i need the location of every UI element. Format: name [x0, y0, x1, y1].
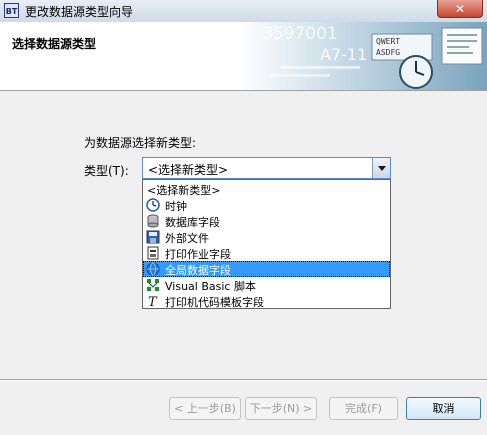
type-label: 类型(T): [84, 164, 129, 178]
svg-text:T: T [148, 295, 158, 308]
keyboard-graphic: QWERT ASDFG [371, 33, 433, 61]
print-job-icon [147, 246, 159, 260]
globe-icon [146, 262, 160, 276]
option-label: 数据库字段 [165, 216, 220, 229]
font-template-icon: T [148, 295, 158, 308]
option-label: 时钟 [165, 200, 187, 213]
combo-value: <选择新类型> [148, 163, 229, 177]
app-icon: BT [4, 3, 19, 18]
option-printer-code-template-field[interactable]: T 打印机代码模板字段 [143, 293, 390, 309]
floppy-disk-icon [146, 230, 160, 244]
option-label: 外部文件 [165, 232, 209, 245]
footer-divider [0, 379, 487, 381]
vb-script-icon [147, 279, 159, 291]
option-vb-script[interactable]: Visual Basic 脚本 [143, 277, 390, 293]
option-external-file[interactable]: 外部文件 [143, 229, 390, 245]
type-dropdown-list: <选择新类型> 时钟 数据库字段 外部文件 打印作业字段 全局数据字段 Visu… [142, 179, 391, 309]
option-select-new-type[interactable]: <选择新类型> [143, 181, 390, 197]
title-bar: BT 更改数据源类型向导 ✕ [0, 0, 487, 23]
option-label: 全局数据字段 [165, 264, 231, 277]
option-clock[interactable]: 时钟 [143, 197, 390, 213]
option-print-job-field[interactable]: 打印作业字段 [143, 245, 390, 261]
chevron-down-icon[interactable] [372, 158, 390, 178]
wizard-header: 选择数据源类型 3597001 A7-11 QWERT ASDFG [0, 22, 487, 91]
clock-icon [146, 198, 160, 212]
option-label: <选择新类型> [147, 184, 221, 197]
prompt-text: 为数据源选择新类型: [84, 136, 197, 150]
type-combobox[interactable]: <选择新类型> [142, 157, 391, 179]
option-label: 打印作业字段 [165, 248, 231, 261]
option-database-field[interactable]: 数据库字段 [143, 213, 390, 229]
window-title: 更改数据源类型向导 [25, 5, 134, 19]
database-icon [147, 214, 159, 228]
banner-graphic: 3597001 A7-11 QWERT ASDFG [240, 22, 487, 90]
option-label: Visual Basic 脚本 [165, 280, 256, 293]
next-button[interactable]: 下一步(N) > [245, 397, 317, 420]
banner-keys-row1: QWERT [376, 37, 400, 46]
option-global-data-field[interactable]: 全局数据字段 [143, 261, 390, 277]
header-title: 选择数据源类型 [12, 37, 97, 51]
banner-keys-row2: ASDFG [376, 48, 400, 57]
banner-number: 3597001 [262, 24, 338, 44]
option-label: 打印机代码模板字段 [165, 296, 264, 309]
close-button[interactable]: ✕ [437, 0, 483, 18]
document-graphic [441, 27, 483, 65]
banner-code: A7-11 [320, 45, 367, 64]
back-button[interactable]: < 上一步(B) [169, 397, 241, 420]
cancel-button[interactable]: 取消 [406, 397, 481, 420]
clock-graphic [399, 55, 433, 89]
finish-button[interactable]: 完成(F) [329, 397, 398, 420]
